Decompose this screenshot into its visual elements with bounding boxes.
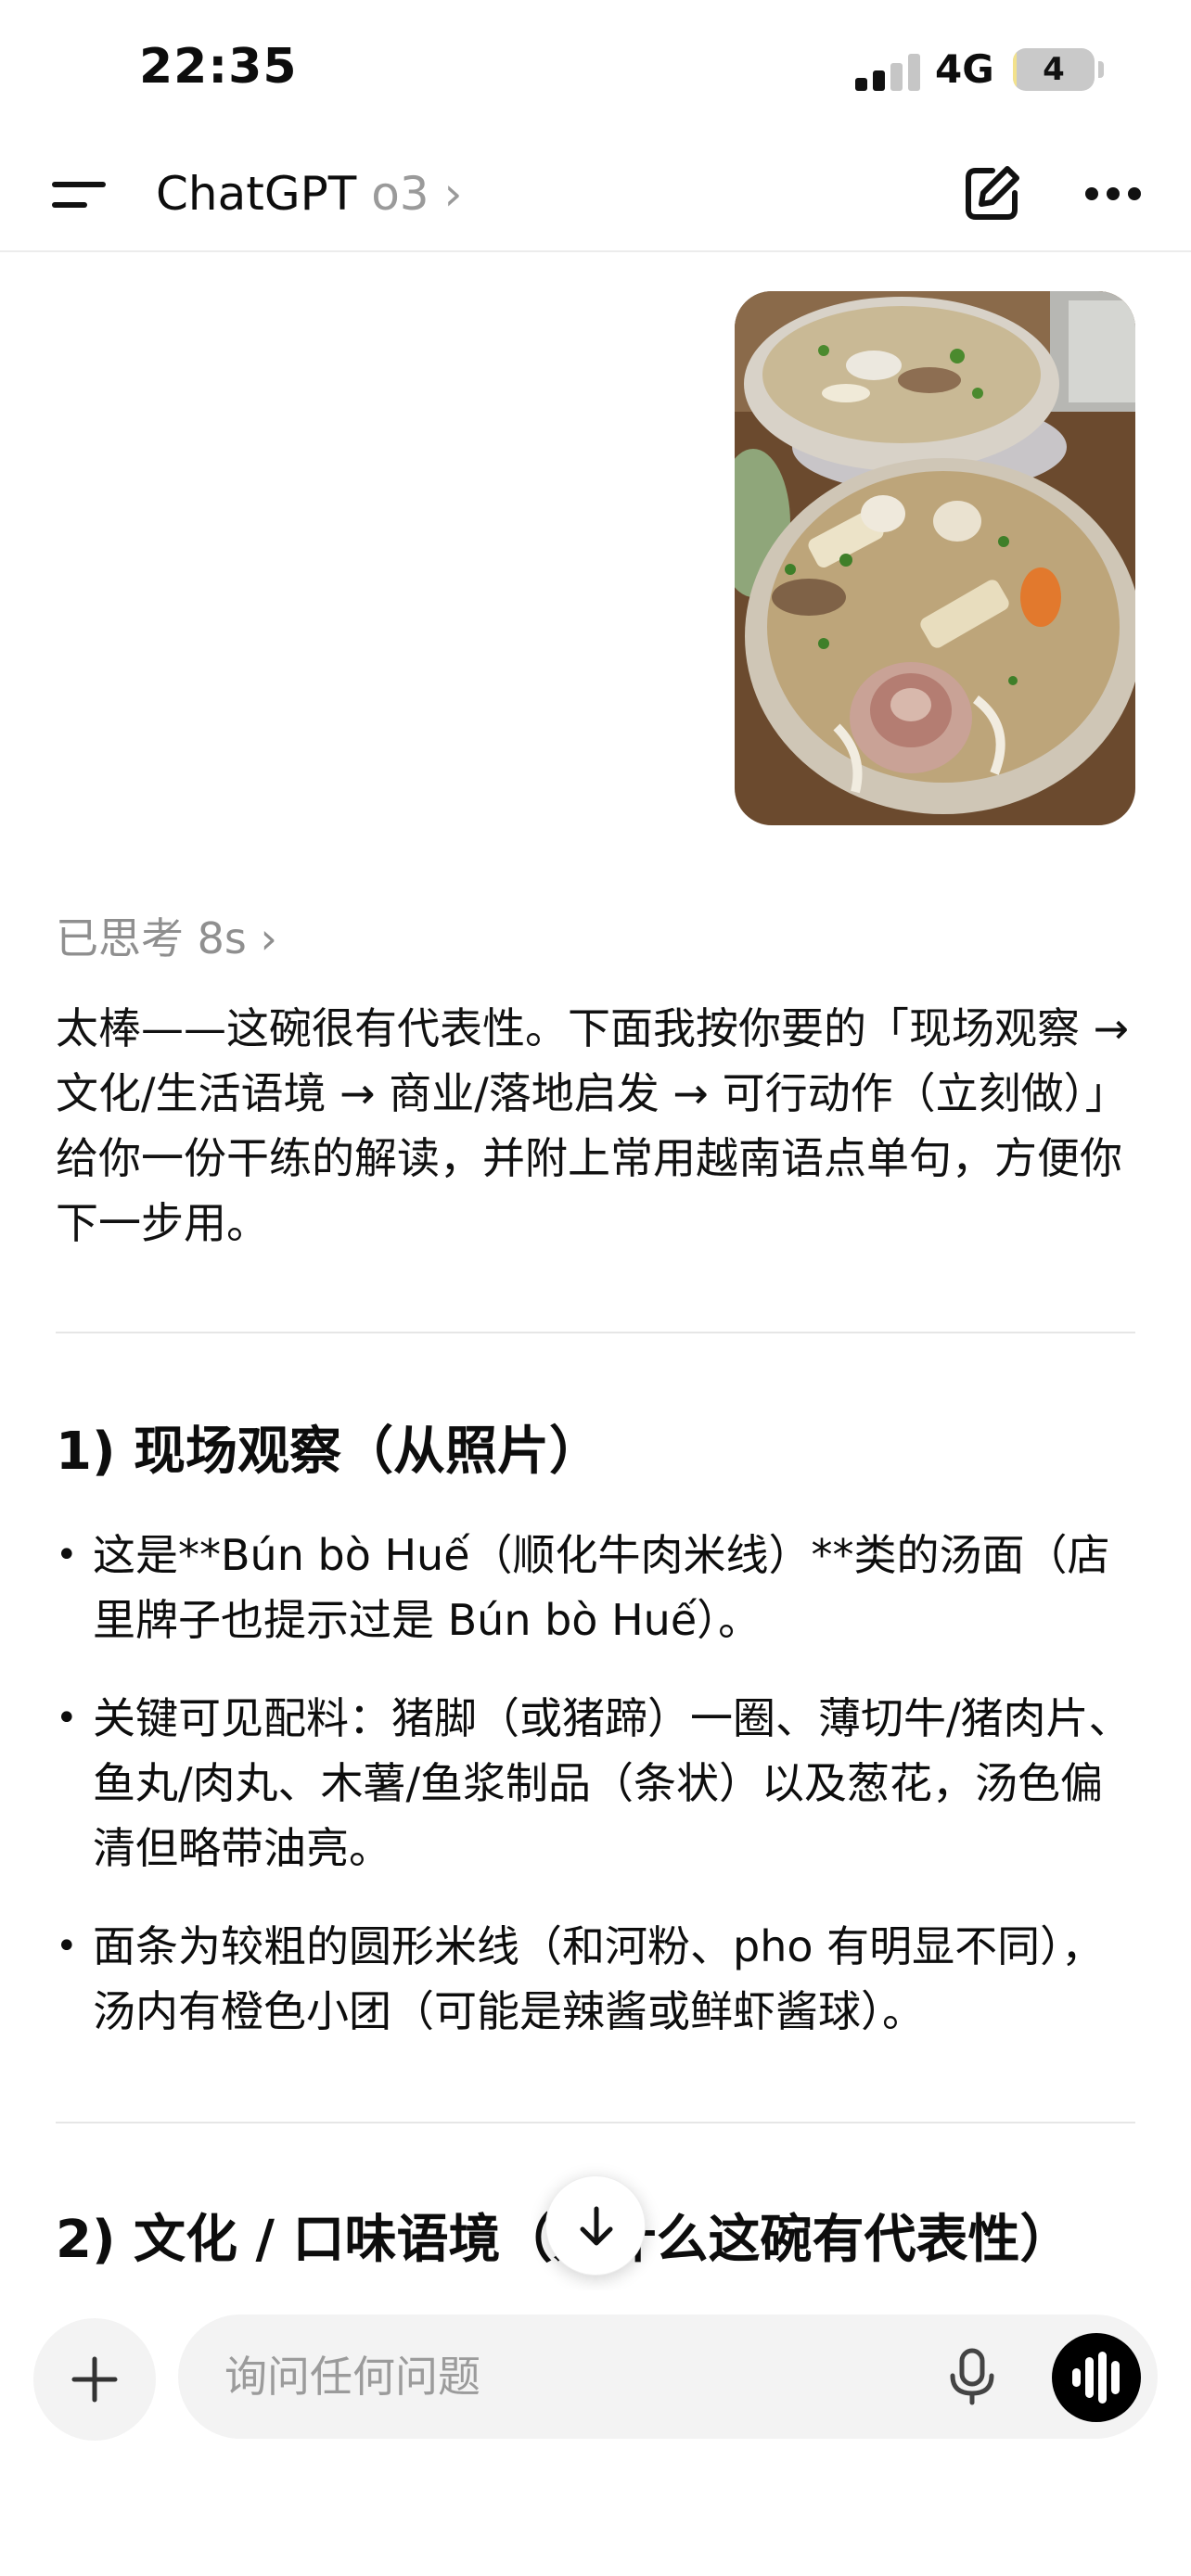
battery-icon: 4: [1013, 48, 1095, 91]
input-placeholder: 询问任何问题: [224, 2352, 480, 2402]
mic-icon[interactable]: [944, 2348, 1000, 2405]
thinking-toggle[interactable]: 已思考 8s ›: [56, 905, 277, 966]
assistant-intro: 太棒——这碗很有代表性。下面我按你要的「现场观察 → 文化/生活语境 → 商业/…: [56, 1003, 1130, 1248]
arrow-down-icon: [580, 2206, 613, 2246]
message-input[interactable]: 询问任何问题: [178, 2315, 1158, 2439]
add-attachment-button[interactable]: [33, 2318, 156, 2441]
list-item: 面条为较粗的圆形米线（和河粉、pho 有明显不同），汤内有橙色小团（可能是辣酱或…: [56, 1914, 1135, 2044]
section-1-heading: 1) 现场观察（从照片）: [56, 1422, 602, 1482]
list-item: 关键可见配料：猪脚（或猪蹄）一圈、薄切牛/猪肉片、鱼丸/肉丸、木薯/鱼浆制品（条…: [56, 1686, 1135, 1881]
model-name: o3: [371, 167, 429, 221]
battery-cap: [1098, 61, 1104, 78]
attached-photo[interactable]: [735, 291, 1135, 825]
plus-icon: [71, 2356, 118, 2403]
voice-mode-icon[interactable]: [1052, 2333, 1141, 2422]
network-type: 4G: [935, 46, 994, 92]
divider: [56, 2122, 1135, 2123]
signal-icon: [855, 54, 922, 91]
more-icon[interactable]: [1085, 187, 1141, 202]
observation-list: 这是**Bún bò Huế（顺化牛肉米线）**类的汤面（店里牌子也提示过是 B…: [56, 1523, 1135, 2077]
chevron-right-icon: ›: [443, 167, 463, 221]
status-bar: 22:35 4G 4: [0, 0, 1191, 139]
scroll-to-bottom-button[interactable]: [545, 2175, 646, 2276]
app-name: ChatGPT: [156, 167, 357, 221]
list-item: 这是**Bún bò Huế（顺化牛肉米线）**类的汤面（店里牌子也提示过是 B…: [56, 1523, 1135, 1652]
divider: [56, 1332, 1135, 1333]
menu-icon[interactable]: [52, 174, 106, 217]
nav-bar: ChatGPT o3 ›: [0, 139, 1191, 252]
model-selector[interactable]: ChatGPT o3 ›: [156, 163, 463, 224]
status-time: 22:35: [139, 39, 298, 95]
edit-icon[interactable]: [961, 163, 1022, 224]
battery-level: 4: [1043, 51, 1065, 88]
